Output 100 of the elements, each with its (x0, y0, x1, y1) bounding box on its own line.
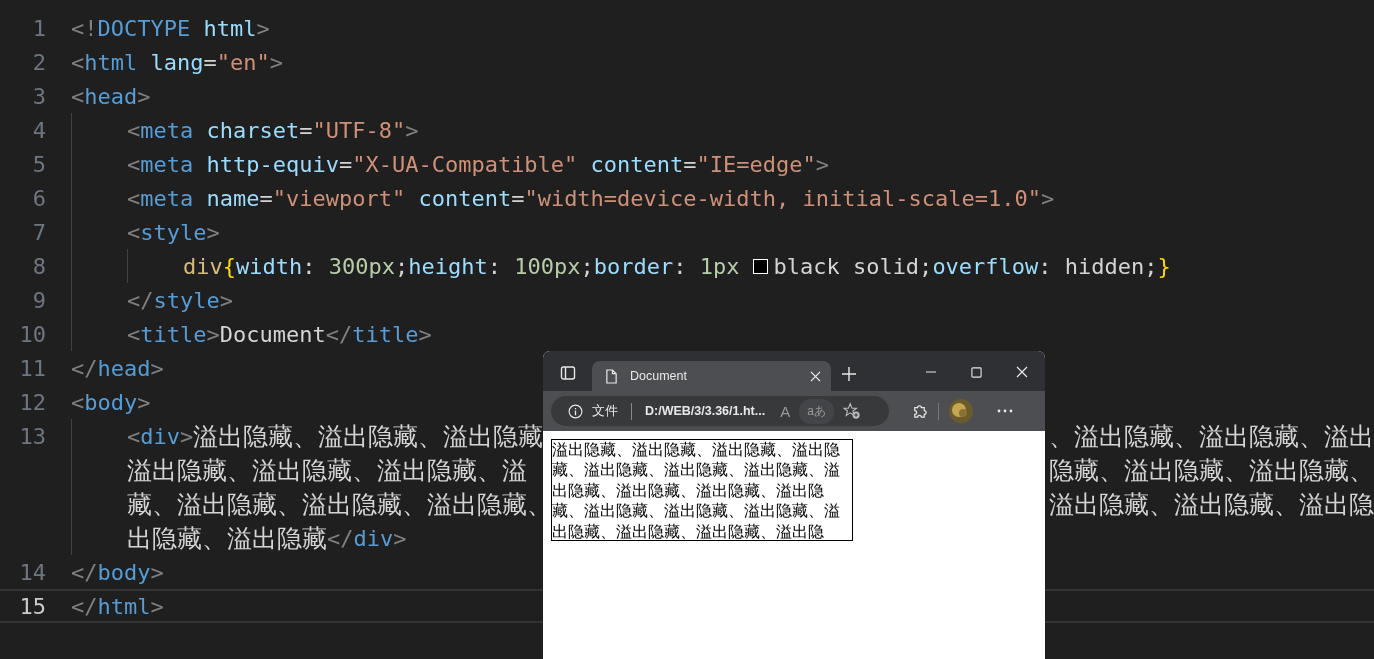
more-icon[interactable] (997, 409, 1013, 413)
tag-name: head (97, 355, 151, 381)
tag-name: html (84, 49, 138, 75)
code-text: 出隐藏、溢出隐藏 (127, 522, 327, 555)
tag-name: meta (140, 151, 194, 177)
code-token: > (150, 355, 164, 381)
tag-name: style (140, 219, 207, 245)
string-literal: "en" (216, 49, 270, 75)
tag-name: meta (140, 117, 194, 143)
line-number: 4 (31, 117, 47, 143)
tag-name: body (84, 389, 138, 415)
line-number: 11 (18, 355, 47, 381)
css-property: border (593, 253, 674, 279)
browser-tab[interactable]: Document (592, 361, 831, 391)
scheme-label: 文件 (592, 402, 618, 420)
code-token: < (71, 389, 85, 415)
code-token: > (137, 389, 151, 415)
line-number: 1 (31, 15, 47, 41)
css-property: width (236, 253, 303, 279)
code-text: 溢出隐藏、溢出隐藏、溢出隐藏、溢 (127, 454, 527, 487)
puzzle-icon[interactable] (911, 402, 928, 420)
code-text: black solid; (773, 253, 933, 279)
new-tab-icon[interactable] (841, 366, 857, 382)
maximize-icon[interactable] (971, 367, 982, 378)
code-token: </ (325, 321, 353, 347)
read-aloud-button[interactable]: A (780, 402, 791, 420)
code-token: > (206, 219, 220, 245)
code-token: </ (71, 593, 98, 619)
tag-name: meta (140, 185, 194, 211)
tag-name: head (84, 83, 138, 109)
address-bar[interactable]: 文件 D:/WEB/3/3.36/1.ht... A aあ (551, 396, 889, 426)
css-number: 1px (699, 253, 740, 279)
star-plus-icon[interactable] (842, 402, 861, 420)
close-icon[interactable] (810, 370, 821, 382)
color-swatch-icon[interactable] (753, 258, 769, 274)
css-selector: div (183, 253, 223, 279)
profile-avatar-icon[interactable] (949, 399, 973, 423)
tag-name: html (97, 593, 151, 619)
code-token: > (393, 525, 407, 551)
css-property: overflow (932, 253, 1039, 279)
code-token: </ (127, 287, 154, 313)
line-number: 8 (31, 253, 47, 279)
code-token: > (405, 117, 419, 143)
string-literal: "width=device-width, initial-scale=1.0" (524, 185, 1041, 211)
line-number: 12 (18, 389, 47, 415)
code-text: ; (580, 253, 594, 279)
line-number: 3 (31, 83, 47, 109)
code-token: < (71, 49, 85, 75)
code-token: > (206, 321, 220, 347)
string-literal: "UTF-8" (312, 117, 406, 143)
code-token: > (1040, 185, 1055, 211)
code-token: > (137, 83, 151, 109)
string-literal: "viewport" (272, 185, 406, 211)
code-token: > (256, 15, 270, 41)
code-token: </ (71, 355, 98, 381)
line-number: 5 (31, 151, 47, 177)
code-text: Document (219, 321, 326, 347)
code-text: 藏、溢出隐藏、溢出隐藏、溢出隐藏、 (127, 488, 552, 521)
line-number: 14 (18, 559, 47, 585)
attribute-name: content (417, 185, 512, 211)
info-icon[interactable] (568, 403, 583, 419)
tag-name: title (140, 321, 207, 347)
url-text: D:/WEB/3/3.36/1.ht... (645, 404, 766, 418)
attribute-name: lang (149, 49, 204, 75)
line-number: 6 (31, 185, 47, 211)
code-text: 隐藏、溢出隐藏、溢出隐藏、 (1049, 454, 1374, 487)
css-number: 100px (514, 253, 581, 279)
code-text: = (259, 185, 273, 211)
code-token: < (127, 185, 141, 211)
code-token: < (127, 423, 141, 449)
code-text: ; (394, 253, 409, 279)
tag-name: div (353, 525, 394, 551)
code-text: 、溢出隐藏、溢出隐藏、溢出 (1049, 420, 1374, 453)
close-icon[interactable] (1016, 366, 1028, 378)
line-number: 13 (18, 423, 47, 449)
code-token: > (269, 49, 283, 75)
attribute-name: name (205, 185, 260, 211)
code-token: > (150, 593, 164, 619)
code-token: </ (71, 559, 98, 585)
css-property: height (408, 253, 488, 279)
code-text: : (487, 253, 502, 279)
tag-name: body (97, 559, 151, 585)
code-token: > (418, 321, 432, 347)
tag-name: style (153, 287, 220, 313)
code-token: > (219, 287, 233, 313)
line-number: 2 (31, 49, 47, 75)
code-token: <! (71, 15, 98, 41)
attribute-name: html (202, 15, 257, 41)
tab-actions-icon[interactable] (560, 365, 576, 381)
attribute-name: charset (205, 117, 300, 143)
code-text: 溢出隐藏、溢出隐藏、溢出隐 (1049, 488, 1374, 521)
code-text: = (203, 49, 217, 75)
attribute-name: http-equiv (205, 151, 339, 177)
string-literal: "IE=edge" (696, 151, 816, 177)
translate-button[interactable]: aあ (799, 398, 834, 424)
string-literal: "X-UA-Compatible" (352, 151, 578, 177)
css-brace: { (222, 253, 236, 279)
line-number: 7 (31, 219, 47, 245)
css-brace: } (1157, 253, 1171, 279)
code-text: : hidden; (1038, 253, 1158, 279)
